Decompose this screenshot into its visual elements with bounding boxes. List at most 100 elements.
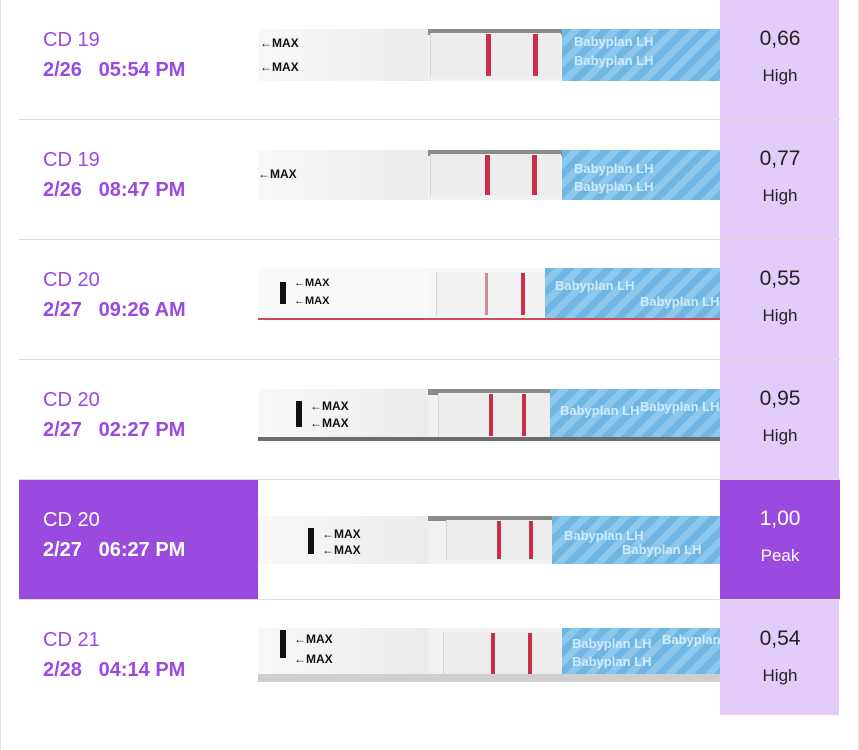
control-line — [532, 155, 537, 195]
brand-label: Babyplan LH Babyplan LH — [562, 150, 720, 200]
lh-value: 0,95 — [759, 387, 801, 410]
brand-label: Babyplan LH Babyplan LH — [550, 389, 720, 441]
brand-label: Babyplan LH Babyplan LH — [562, 29, 720, 81]
datetime-label: 2/26 08:47 PM — [43, 177, 258, 203]
test-row[interactable]: CD 19 2/26 08:47 PM ←MAX Babyplan LH Bab… — [19, 120, 840, 240]
date-cell: CD 20 2/27 09:26 AM — [19, 240, 258, 359]
brand-text: Babyplan LH — [622, 542, 702, 557]
brand-label: Babyplan LH Babyplan LH — [545, 268, 720, 320]
time-text: 09:26 AM — [98, 299, 186, 321]
brand-text: Babyplan LH — [640, 399, 720, 414]
lh-level: High — [762, 666, 798, 685]
brand-text: Babyplan LH — [574, 161, 654, 176]
lh-value: 0,55 — [759, 267, 801, 290]
lh-level: High — [762, 186, 798, 205]
test-row-selected[interactable]: CD 20 2/27 06:27 PM ←MAX ←MAX Babyplan L… — [19, 480, 840, 600]
result-window — [443, 632, 564, 678]
result-cell: 0,66 High — [720, 0, 840, 119]
brand-text: Babyplan LH — [574, 53, 654, 68]
test-line — [491, 633, 495, 677]
control-line — [522, 394, 526, 436]
datetime-label: 2/27 02:27 PM — [43, 417, 258, 443]
strip-edge — [258, 437, 720, 441]
test-line — [486, 34, 491, 76]
brand-text: Babyplan LH — [662, 632, 720, 647]
max-marker: ←MAX — [260, 60, 299, 74]
cycle-day-label: CD 20 — [43, 509, 100, 531]
strip-edge — [258, 318, 720, 320]
lh-value: 0,66 — [759, 27, 801, 50]
brand-text: Babyplan LH — [572, 636, 652, 651]
lh-level: High — [762, 66, 798, 85]
black-marker-bar — [296, 401, 302, 427]
test-strip-image: ←MAX ←MAX Babyplan LH Babyplan LH — [258, 268, 720, 320]
brand-text: Babyplan LH — [564, 528, 644, 543]
result-window — [446, 520, 557, 560]
cycle-day-label: CD 20 — [43, 269, 100, 291]
test-line — [497, 521, 501, 559]
date-cell: CD 20 2/27 06:27 PM — [19, 480, 258, 599]
lh-level: High — [762, 306, 798, 325]
result-window — [430, 154, 561, 196]
result-cell: 0,77 High — [720, 120, 840, 239]
date-text: 2/28 — [43, 659, 82, 681]
brand-label: Babyplan LH Babyplan LH — [552, 516, 720, 564]
date-cell: CD 21 2/28 04:14 PM — [19, 600, 258, 719]
result-cell: 0,55 High — [720, 240, 840, 359]
datetime-label: 2/27 06:27 PM — [43, 537, 258, 563]
brand-text: Babyplan LH — [640, 294, 720, 309]
max-marker: ←MAX — [310, 399, 349, 413]
time-text: 06:27 PM — [98, 539, 186, 561]
result-cell: 0,95 High — [720, 360, 840, 479]
max-marker: ←MAX — [294, 295, 330, 307]
max-marker: ←MAX — [294, 277, 330, 289]
test-line — [485, 273, 488, 315]
max-marker: ←MAX — [294, 652, 333, 666]
black-marker-bar — [280, 630, 286, 658]
brand-text: Babyplan LH — [574, 34, 654, 49]
black-marker-bar — [280, 282, 286, 304]
time-text: 02:27 PM — [98, 419, 186, 441]
result-window — [438, 393, 559, 437]
control-line — [528, 633, 532, 677]
brand-text: Babyplan LH — [560, 403, 640, 418]
result-window — [436, 272, 547, 316]
time-text: 08:47 PM — [98, 179, 186, 201]
cycle-day-label: CD 19 — [43, 29, 100, 51]
brand-text: Babyplan LH — [572, 654, 652, 669]
control-line — [533, 34, 538, 76]
test-line — [489, 394, 493, 436]
lh-value: 0,54 — [759, 627, 801, 650]
date-cell: CD 19 2/26 08:47 PM — [19, 120, 258, 239]
result-window — [430, 33, 561, 77]
datetime-label: 2/28 04:14 PM — [43, 657, 258, 683]
test-strip-image: ←MAX ←MAX Babyplan LH Babyplan LH — [258, 516, 720, 564]
date-cell: CD 19 2/26 05:54 PM — [19, 0, 258, 119]
test-strip-image: ←MAX Babyplan LH Babyplan LH — [258, 150, 720, 200]
test-row[interactable]: CD 20 2/27 02:27 PM ←MAX ←MAX Babyplan L… — [19, 360, 840, 480]
date-cell: CD 20 2/27 02:27 PM — [19, 360, 258, 479]
lh-value: 1,00 — [759, 507, 801, 530]
date-text: 2/26 — [43, 59, 82, 81]
test-row[interactable]: CD 21 2/28 04:14 PM ←MAX ←MAX Babyplan L… — [19, 600, 840, 720]
brand-text: Babyplan LH — [574, 179, 654, 194]
test-row[interactable]: CD 20 2/27 09:26 AM ←MAX ←MAX Babyplan L… — [19, 240, 840, 360]
test-strip-image: ←MAX ←MAX Babyplan LH Babyplan LH Babypl… — [258, 628, 720, 682]
date-text: 2/26 — [43, 179, 82, 201]
test-strip-image: ←MAX ←MAX Babyplan LH Babyplan LH — [258, 389, 720, 441]
time-text: 05:54 PM — [98, 59, 186, 81]
cycle-day-label: CD 20 — [43, 389, 100, 411]
strip-edge — [258, 674, 720, 682]
time-text: 04:14 PM — [98, 659, 186, 681]
control-line — [521, 273, 525, 315]
test-row[interactable]: CD 19 2/26 05:54 PM ←MAX ←MAX Babyplan L… — [19, 0, 840, 120]
black-marker-bar — [308, 528, 314, 554]
test-strip-image: ←MAX ←MAX Babyplan LH Babyplan LH — [258, 29, 720, 81]
max-marker: ←MAX — [310, 416, 349, 430]
cycle-day-label: CD 21 — [43, 629, 100, 651]
datetime-label: 2/26 05:54 PM — [43, 57, 258, 83]
test-results-list: CD 19 2/26 05:54 PM ←MAX ←MAX Babyplan L… — [19, 0, 840, 720]
result-cell: 0,54 High — [720, 600, 840, 719]
lh-level: Peak — [760, 546, 800, 565]
max-marker: ←MAX — [294, 632, 333, 646]
